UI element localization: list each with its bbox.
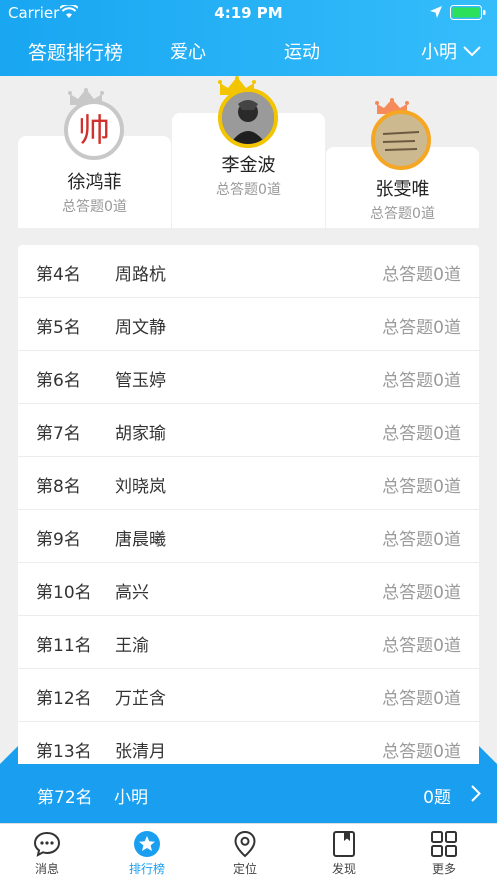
rank-count: 总答题0道 (382, 530, 461, 550)
ranking-row[interactable]: 第9名 唐晨曦 总答题0道 (18, 510, 479, 563)
rank-count: 总答题0道 (382, 636, 461, 656)
banner-fold-right (479, 746, 497, 764)
ranking-row[interactable]: 第10名 高兴 总答题0道 (18, 563, 479, 616)
tab-label-messages: 消息 (34, 862, 59, 876)
tab-ranking[interactable]: 排行榜 (107, 830, 187, 877)
banner-fold-left (0, 746, 18, 764)
ranking-row[interactable]: 第11名 王渝 总答题0道 (18, 616, 479, 669)
rank-name: 刘晓岚 (115, 477, 166, 497)
my-rank-name: 小明 (114, 788, 148, 808)
rank-count: 总答题0道 (382, 583, 461, 603)
ranking-list: 第4名 周路杭 总答题0道 第5名 周文静 总答题0道 第6名 管玉婷 总答题0道 第7名 胡家瑜总… (18, 245, 479, 765)
avatar-third (371, 110, 431, 170)
rank-position: 第8名 (36, 477, 81, 497)
ranking-row[interactable]: 第6名 管玉婷 总答题0道 (18, 351, 479, 404)
tab-more[interactable]: 更多 (404, 830, 484, 877)
avatar-second-glyph: 帅 (77, 111, 110, 149)
message-icon (33, 831, 61, 857)
chevron-right-icon (471, 785, 481, 802)
rank-name: 胡家瑜 (115, 424, 166, 444)
bottom-tab-bar: 消息 排行榜 定位 发现 更多 (0, 823, 497, 884)
rank-position: 第6名 (36, 371, 81, 391)
podium-name-second: 徐鸿菲 (67, 172, 122, 193)
battery-icon (450, 5, 486, 20)
rank-count: 总答题0道 (382, 689, 461, 709)
my-rank-bar[interactable]: 第72名 小明 0题 (0, 764, 497, 823)
ranking-star-icon (134, 831, 160, 857)
tab-sport[interactable]: 运动 (284, 38, 320, 64)
avatar-second: 帅 (64, 100, 124, 160)
my-rank-position: 第72名 (37, 788, 93, 808)
rank-count: 总答题0道 (382, 742, 461, 762)
avatar-first (218, 88, 278, 148)
user-dropdown[interactable]: 小明 (421, 38, 481, 64)
rank-name: 王渝 (115, 636, 149, 656)
rank-name: 张清月 (115, 742, 166, 762)
podium-count-first: 总答题0道 (216, 182, 281, 198)
rank-count: 总答题0道 (382, 265, 461, 285)
app-header: Carrier 4:19 PM 答题排行榜 爱心 运动 小明 (0, 0, 497, 76)
ranking-row[interactable]: 第5名 周文静 总答题0道 (18, 298, 479, 351)
rank-position: 第12名 (36, 689, 92, 709)
rank-name: 唐晨曦 (115, 530, 166, 550)
rank-name: 周文静 (115, 318, 166, 338)
rank-name: 高兴 (115, 583, 149, 603)
podium-count-second: 总答题0道 (62, 199, 127, 215)
rank-name: 周路杭 (115, 265, 166, 285)
podium-count-third: 总答题0道 (370, 206, 435, 222)
location-pin-icon (234, 830, 256, 858)
tab-label-discover: 发现 (331, 862, 356, 876)
tab-location[interactable]: 定位 (205, 830, 285, 877)
rank-position: 第7名 (36, 424, 81, 444)
rank-count: 总答题0道 (382, 424, 461, 444)
ranking-row[interactable]: 第4名 周路杭 总答题0道 (18, 245, 479, 298)
rank-name: 万芷含 (115, 689, 166, 709)
rank-count: 总答题0道 (382, 318, 461, 338)
podium-name-first: 李金波 (221, 155, 276, 176)
tab-label-location: 定位 (232, 862, 257, 876)
tab-label-more: 更多 (431, 862, 456, 876)
ranking-row[interactable]: 第7名 胡家瑜 总答题0道 (18, 404, 479, 457)
user-name: 小明 (421, 42, 457, 63)
more-grid-icon (431, 831, 457, 857)
ranking-row[interactable]: 第8名 刘晓岚 总答题0道 (18, 457, 479, 510)
chevron-down-icon (463, 45, 481, 56)
rank-position: 第11名 (36, 636, 92, 656)
location-arrow-icon (430, 6, 442, 18)
tab-label-ranking: 排行榜 (128, 862, 165, 876)
top-three-podium: 徐鸿菲 总答题0道 帅 李金波 总答题0道 张雯唯 总答题0道 (0, 76, 497, 236)
podium-name-third: 张雯唯 (375, 179, 430, 200)
discover-book-icon (333, 831, 355, 857)
rank-count: 总答题0道 (382, 477, 461, 497)
ranking-row[interactable]: 第12名 万芷含 总答题0道 (18, 669, 479, 722)
rank-position: 第10名 (36, 583, 92, 603)
rank-count: 总答题0道 (382, 371, 461, 391)
rank-position: 第9名 (36, 530, 81, 550)
tab-messages[interactable]: 消息 (7, 830, 87, 877)
status-time: 4:19 PM (214, 4, 283, 22)
top-nav: 答题排行榜 爱心 运动 小明 (0, 28, 497, 74)
tab-discover[interactable]: 发现 (304, 830, 384, 877)
rank-name: 管玉婷 (115, 371, 166, 391)
tab-answer-ranking[interactable]: 答题排行榜 (28, 38, 123, 65)
avatar-first-photo-icon (222, 92, 274, 144)
tab-love[interactable]: 爱心 (170, 38, 206, 64)
ranking-row[interactable]: 第13名 张清月 总答题0道 (18, 722, 479, 765)
rank-position: 第5名 (36, 318, 81, 338)
status-bar: Carrier 4:19 PM (0, 0, 497, 26)
my-rank-count: 0题 (423, 788, 451, 808)
rank-position: 第13名 (36, 742, 92, 762)
avatar-third-photo-icon (375, 114, 427, 166)
rank-position: 第4名 (36, 265, 81, 285)
